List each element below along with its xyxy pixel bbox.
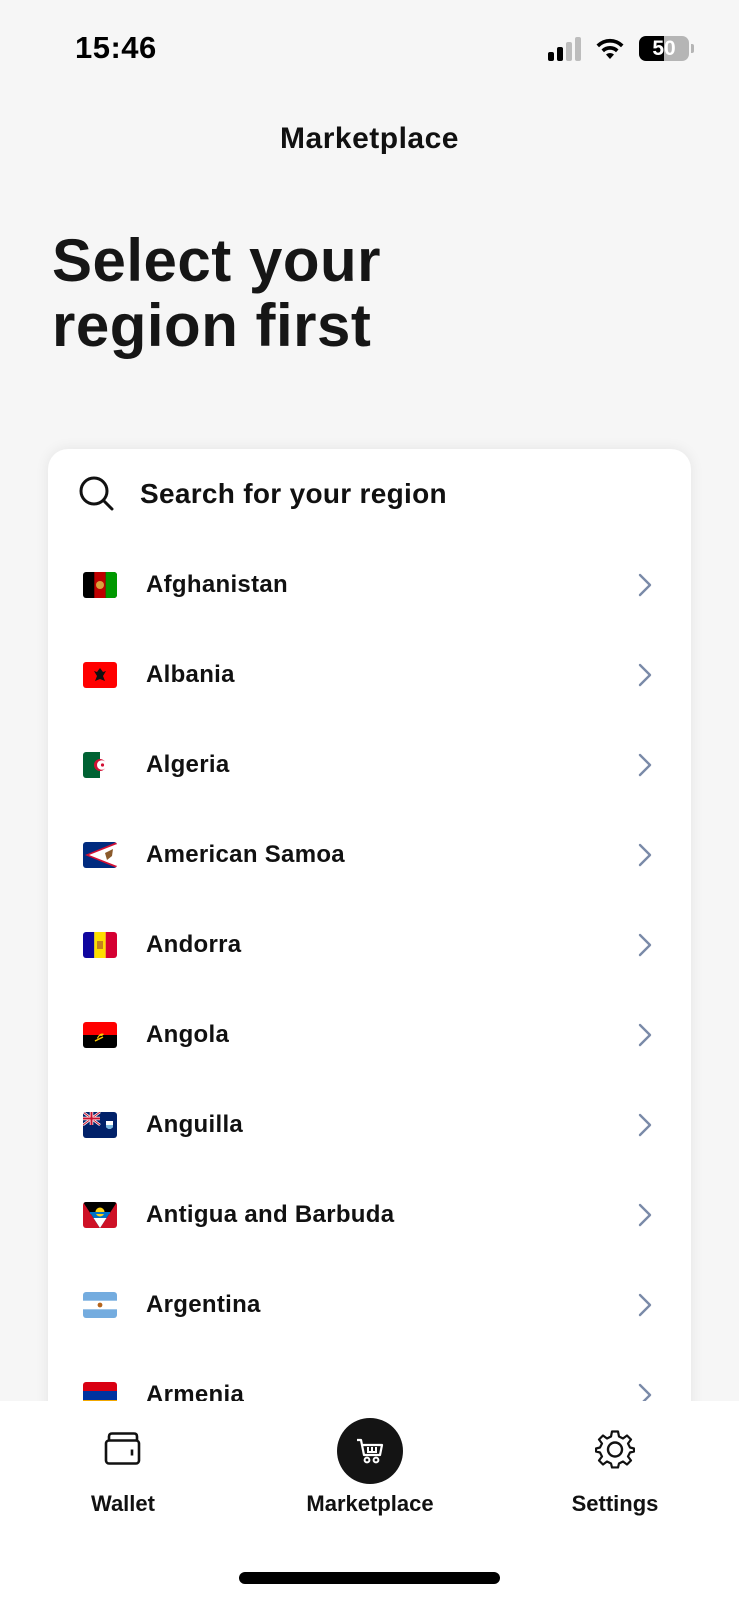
chevron-right-icon [638, 1293, 652, 1317]
region-item-afghanistan[interactable]: Afghanistan [48, 540, 691, 630]
region-list-card: Search for your region Afghanistan Albani… [48, 449, 691, 1549]
tab-wallet[interactable]: Wallet [23, 1401, 223, 1531]
heading-line2: region first [52, 293, 381, 358]
region-name: Afghanistan [146, 571, 288, 598]
heading: Select your region first [52, 228, 381, 358]
chevron-right-icon [638, 663, 652, 687]
gear-icon [594, 1429, 636, 1474]
region-item-albania[interactable]: Albania [48, 630, 691, 720]
flag-icon [83, 752, 117, 778]
flag-icon [83, 1292, 117, 1318]
home-indicator[interactable] [239, 1572, 500, 1584]
chevron-right-icon [638, 1023, 652, 1047]
wallet-icon [103, 1431, 143, 1472]
heading-bold-word: region [52, 292, 239, 359]
region-name: Antigua and Barbuda [146, 1201, 395, 1228]
region-item-angola[interactable]: Angola [48, 990, 691, 1080]
region-name: Anguilla [146, 1111, 244, 1138]
chevron-right-icon [638, 1203, 652, 1227]
region-item-american-samoa[interactable]: American Samoa [48, 810, 691, 900]
region-item-antigua-and-barbuda[interactable]: Antigua and Barbuda [48, 1170, 691, 1260]
tab-label: Wallet [91, 1491, 155, 1516]
tab-bar: Wallet Marketplace Settings [0, 1401, 739, 1600]
heading-rest: first [238, 292, 372, 359]
status-icons: 50 [548, 36, 694, 61]
search-placeholder: Search for your region [140, 478, 447, 509]
flag-icon [83, 1022, 117, 1048]
chevron-right-icon [638, 753, 652, 777]
flag-icon [83, 932, 117, 958]
chevron-right-icon [638, 1113, 652, 1137]
tab-label: Settings [571, 1491, 659, 1516]
region-name: Argentina [146, 1291, 261, 1318]
cart-icon-wrapper [337, 1418, 403, 1484]
region-name: Angola [146, 1021, 230, 1048]
region-name: Andorra [146, 931, 242, 958]
tab-label: Marketplace [306, 1491, 434, 1516]
flag-icon [83, 842, 117, 868]
cart-icon [357, 1438, 384, 1464]
status-time: 15:46 [75, 30, 157, 65]
flag-icon [83, 1112, 117, 1138]
tab-settings[interactable]: Settings [515, 1401, 715, 1531]
region-name: Albania [146, 661, 235, 688]
chevron-right-icon [638, 573, 652, 597]
region-item-algeria[interactable]: Algeria [48, 720, 691, 810]
flag-icon [83, 1202, 117, 1228]
page-title: Marketplace [280, 122, 459, 155]
wifi-icon [596, 38, 624, 59]
region-name: American Samoa [146, 841, 345, 868]
search-input[interactable]: Search for your region [78, 471, 447, 517]
region-item-anguilla[interactable]: Anguilla [48, 1080, 691, 1170]
chevron-right-icon [638, 933, 652, 957]
region-name: Algeria [146, 751, 230, 778]
search-icon [79, 476, 114, 511]
chevron-right-icon [638, 843, 652, 867]
region-item-andorra[interactable]: Andorra [48, 900, 691, 990]
region-item-argentina[interactable]: Argentina [48, 1260, 691, 1350]
signal-icon [548, 36, 581, 61]
battery-icon: 50 [639, 36, 694, 61]
flag-icon [83, 572, 117, 598]
flag-icon [83, 662, 117, 688]
active-tab-indicator [337, 1418, 403, 1484]
heading-line1: Select your [52, 227, 381, 294]
tab-marketplace[interactable]: Marketplace [270, 1401, 470, 1531]
